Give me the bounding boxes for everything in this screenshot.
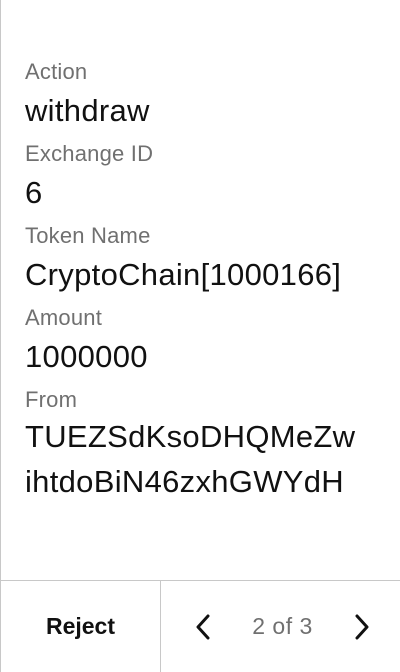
reject-button[interactable]: Reject: [1, 581, 161, 672]
field-token-name: Token Name CryptoChain[1000166]: [25, 222, 384, 294]
exchange-id-value: 6: [25, 175, 43, 210]
chevron-right-icon: [355, 614, 369, 639]
action-footer: Reject 2 of 3: [1, 580, 400, 672]
action-label: Action: [25, 59, 88, 84]
field-from: From TUEZSdKsoDHQMeZw ihtdoBiN46zxhGWYdH: [25, 386, 384, 504]
token-name-value: CryptoChain[1000166]: [25, 257, 342, 292]
transaction-details: Action withdraw Exchange ID 6 Token Name…: [25, 58, 384, 514]
action-value: withdraw: [25, 93, 150, 128]
from-label: From: [25, 387, 78, 412]
previous-page-button[interactable]: [189, 607, 217, 647]
field-exchange-id: Exchange ID 6: [25, 140, 384, 212]
page-indicator: 2 of 3: [252, 613, 313, 639]
from-address-line-2: ihtdoBiN46zxhGWYdH: [25, 464, 344, 499]
amount-label: Amount: [25, 305, 103, 330]
field-action: Action withdraw: [25, 58, 384, 130]
field-amount: Amount 1000000: [25, 304, 384, 376]
pager: 2 of 3: [161, 581, 400, 672]
chevron-left-icon: [196, 614, 210, 639]
exchange-id-label: Exchange ID: [25, 141, 154, 166]
from-address-value: TUEZSdKsoDHQMeZw ihtdoBiN46zxhGWYdH: [25, 414, 384, 504]
amount-value: 1000000: [25, 339, 148, 374]
from-address-line-1: TUEZSdKsoDHQMeZw: [25, 419, 356, 454]
token-name-label: Token Name: [25, 223, 151, 248]
next-page-button[interactable]: [348, 607, 376, 647]
